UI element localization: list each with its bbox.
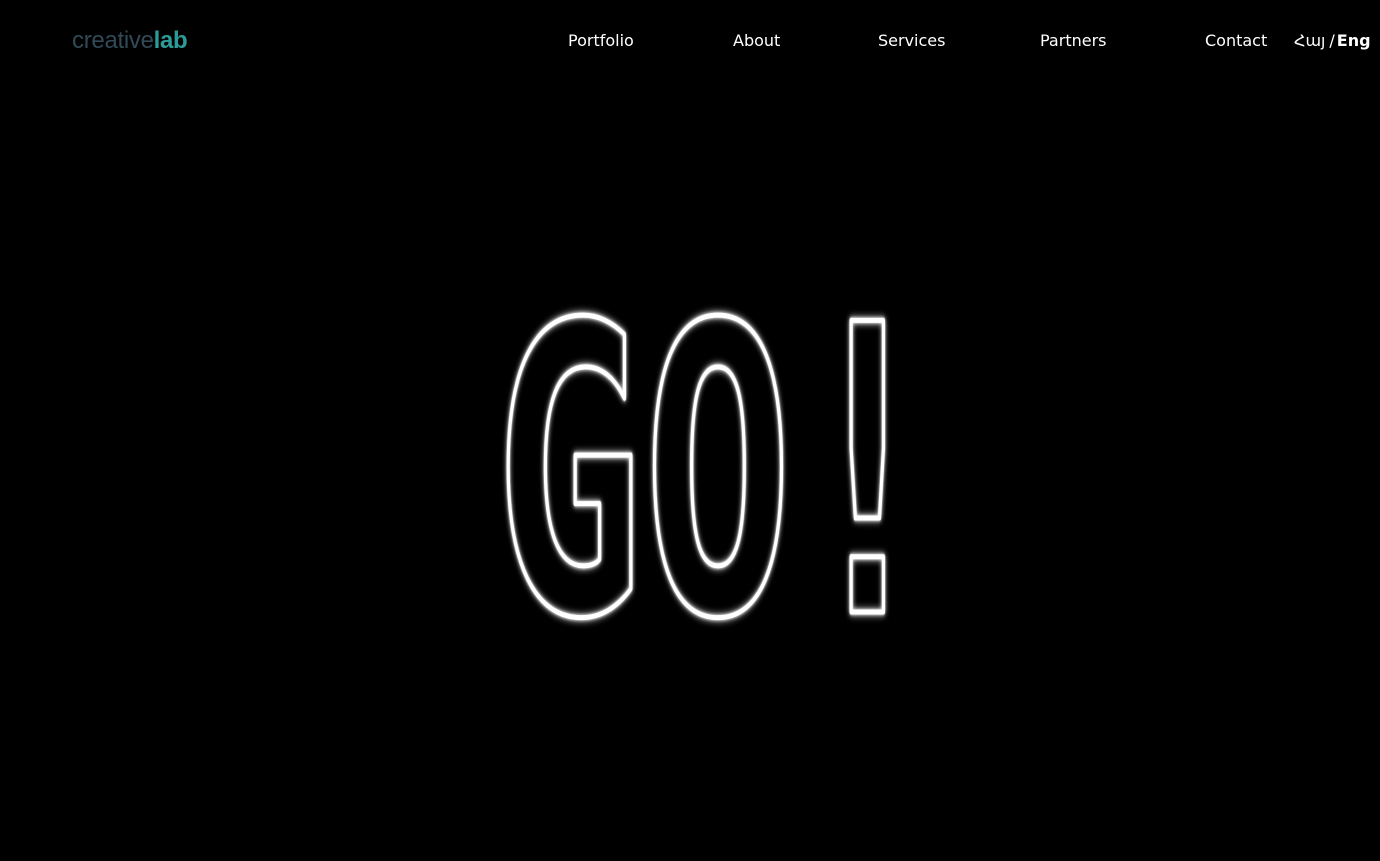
language-english[interactable]: Eng [1337, 31, 1371, 50]
logo-text-lab: lab [153, 27, 188, 54]
hero-section: GO! [0, 82, 1380, 861]
nav-item-partners[interactable]: Partners [1040, 30, 1106, 52]
nav-item-contact[interactable]: Contact [1205, 30, 1267, 52]
nav-item-about[interactable]: About [733, 30, 780, 52]
language-armenian[interactable]: Հայ [1294, 31, 1325, 50]
language-separator: / [1329, 31, 1335, 50]
nav-item-portfolio[interactable]: Portfolio [568, 30, 634, 52]
logo[interactable]: creativelab [72, 25, 188, 57]
hero-graphic: GO! [492, 240, 944, 709]
hero-headline: GO! [494, 242, 942, 707]
logo-text-creative: creative [72, 27, 154, 54]
site-header: creativelab Portfolio About Services Par… [0, 0, 1380, 82]
language-switcher: Հայ / Eng [1294, 30, 1371, 52]
nav-item-services[interactable]: Services [878, 30, 945, 52]
